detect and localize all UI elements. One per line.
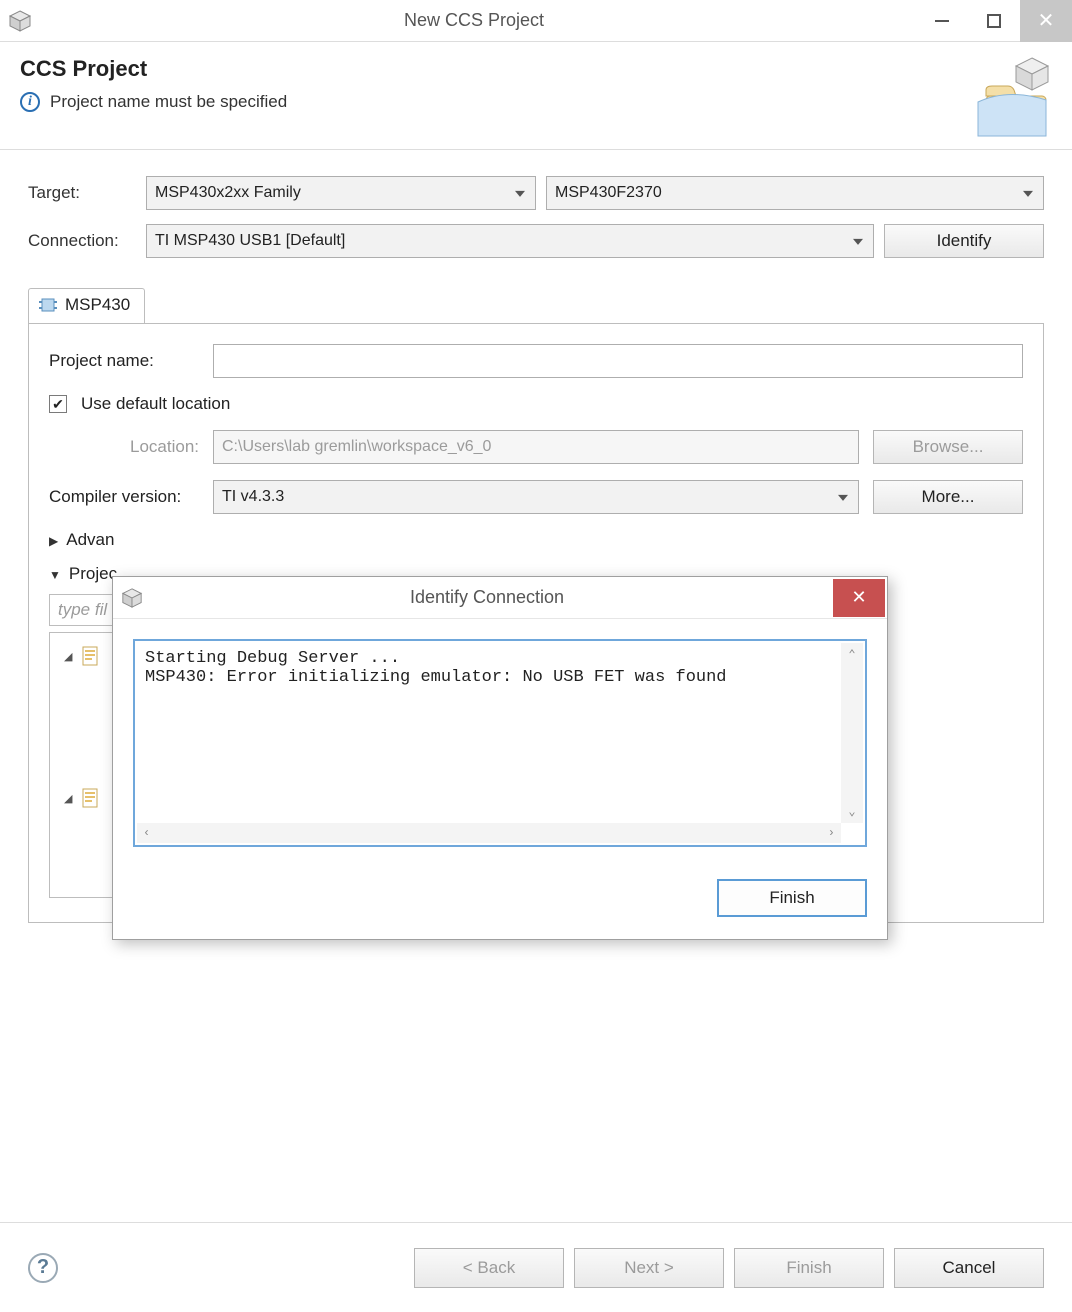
more-button[interactable]: More... [873, 480, 1023, 514]
chevron-right-icon [49, 530, 58, 550]
connection-label: Connection: [28, 231, 136, 251]
target-family-dropdown[interactable]: MSP430x2xx Family [146, 176, 536, 210]
browse-button: Browse... [873, 430, 1023, 464]
tree-collapse-icon: ◢ [64, 650, 72, 663]
dialog-app-icon [121, 587, 143, 609]
scroll-up-icon: ⌃ [848, 643, 855, 662]
banner-decor-icon [958, 52, 1058, 147]
scroll-left-icon: ‹ [143, 826, 150, 840]
default-location-checkbox[interactable]: ✔ [49, 395, 67, 413]
advanced-expander[interactable]: Advan [49, 530, 1023, 550]
wizard-footer: ? < Back Next > Finish Cancel [0, 1222, 1072, 1312]
app-icon [8, 9, 32, 33]
location-input: C:\Users\lab gremlin\workspace_v6_0 [213, 430, 859, 464]
scroll-right-icon: › [828, 826, 835, 840]
compiler-dropdown[interactable]: TI v4.3.3 [213, 480, 859, 514]
project-name-input[interactable] [213, 344, 1023, 378]
dialog-close-button[interactable]: ✕ [833, 579, 885, 617]
chip-icon [39, 296, 57, 314]
location-label: Location: [49, 437, 199, 457]
document-icon [80, 645, 102, 667]
tree-collapse-icon: ◢ [64, 792, 72, 805]
dialog-title: Identify Connection [143, 587, 831, 608]
wizard-banner: CCS Project i Project name must be speci… [0, 42, 1072, 150]
window-maximize-button[interactable] [968, 0, 1020, 42]
back-button: < Back [414, 1248, 564, 1288]
window-titlebar: New CCS Project ✕ [0, 0, 1072, 42]
info-icon: i [20, 92, 40, 112]
device-tabbar: MSP430 [28, 288, 1044, 323]
banner-message: Project name must be specified [50, 92, 287, 112]
window-title: New CCS Project [32, 10, 916, 31]
project-name-label: Project name: [49, 351, 199, 371]
chevron-down-icon [49, 564, 61, 584]
dialog-titlebar: Identify Connection ✕ [113, 577, 887, 619]
console-vscrollbar[interactable]: ⌃ ⌄ [841, 643, 863, 823]
scroll-down-icon: ⌄ [848, 804, 855, 823]
target-label: Target: [28, 183, 136, 203]
console-output[interactable]: Starting Debug Server ... MSP430: Error … [133, 639, 867, 847]
compiler-label: Compiler version: [49, 487, 199, 507]
next-button: Next > [574, 1248, 724, 1288]
banner-heading: CCS Project [20, 56, 1052, 82]
window-close-button[interactable]: ✕ [1020, 0, 1072, 42]
default-location-label: Use default location [81, 394, 230, 414]
identify-button[interactable]: Identify [884, 224, 1044, 258]
dialog-finish-button[interactable]: Finish [717, 879, 867, 917]
connection-dropdown[interactable]: TI MSP430 USB1 [Default] [146, 224, 874, 258]
target-device-dropdown[interactable]: MSP430F2370 [546, 176, 1044, 210]
identify-connection-dialog: Identify Connection ✕ Starting Debug Ser… [112, 576, 888, 940]
document-icon [80, 787, 102, 809]
tab-msp430[interactable]: MSP430 [28, 288, 145, 323]
cancel-button[interactable]: Cancel [894, 1248, 1044, 1288]
tab-label: MSP430 [65, 295, 130, 315]
window-minimize-button[interactable] [916, 0, 968, 42]
help-icon[interactable]: ? [28, 1253, 58, 1283]
console-hscrollbar[interactable]: ‹ › [137, 823, 841, 843]
finish-button: Finish [734, 1248, 884, 1288]
